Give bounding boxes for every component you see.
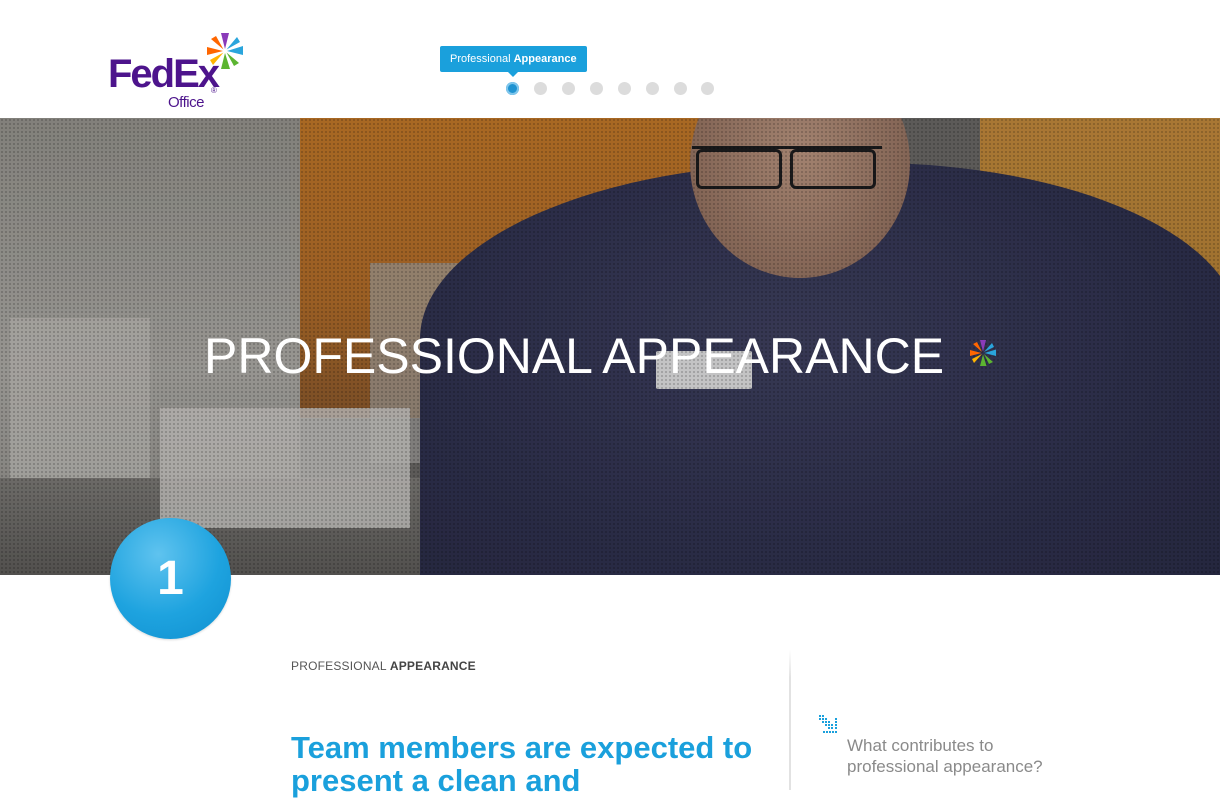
logo-wordmark: FedEx (108, 52, 220, 96)
fedex-office-logo[interactable]: FedEx ® Office (108, 30, 258, 114)
nav-dot-5[interactable] (618, 82, 631, 95)
fedex-star-icon (970, 340, 996, 366)
logo-registered-mark: ® (211, 86, 217, 95)
section-label-light: PROFESSIONAL (291, 659, 390, 673)
section-headline: Team members are expected to present a c… (291, 730, 753, 798)
hero-title-bold: APPEARANCE (602, 328, 945, 384)
section-tooltip: Professional Appearance (440, 46, 587, 72)
logo-office-text: Office (168, 94, 204, 111)
section-number-badge: 1 (110, 518, 231, 639)
nav-dot-3[interactable] (562, 82, 575, 95)
nav-dot-4[interactable] (590, 82, 603, 95)
section-label: PROFESSIONAL APPEARANCE (291, 659, 476, 673)
nav-dot-1[interactable] (506, 82, 519, 95)
nav-dot-7[interactable] (674, 82, 687, 95)
nav-dot-8[interactable] (701, 82, 714, 95)
side-question[interactable]: What contributes to professional appeara… (847, 735, 1077, 777)
site-header: FedEx ® Office Professional Appearance (0, 0, 1220, 118)
hero-title: PROFESSIONAL APPEARANCE (204, 328, 944, 384)
arrow-down-right-icon[interactable] (818, 714, 842, 736)
section-label-bold: APPEARANCE (389, 659, 476, 673)
tooltip-pointer (507, 71, 519, 77)
logo-brand: FedEx (108, 52, 220, 96)
nav-dot-6[interactable] (646, 82, 659, 95)
hero-banner: PROFESSIONAL APPEARANCE (0, 118, 1220, 575)
nav-dot-2[interactable] (534, 82, 547, 95)
column-divider (789, 650, 791, 790)
tooltip-bold: Appearance (513, 53, 577, 65)
tooltip-light: Professional (450, 53, 514, 65)
hero-title-light: PROFESSIONAL (204, 328, 603, 384)
